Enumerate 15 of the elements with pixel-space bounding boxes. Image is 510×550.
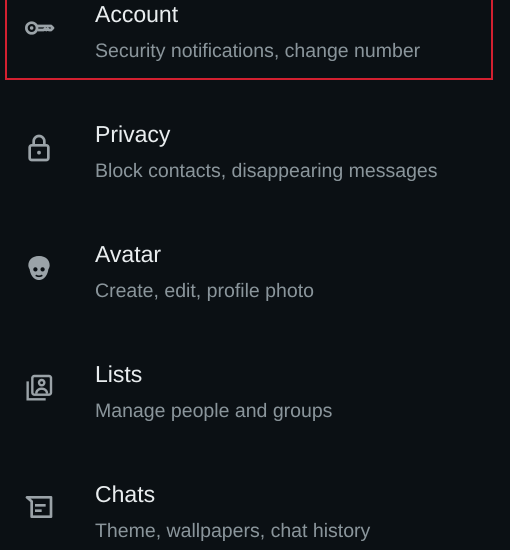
item-title: Chats: [95, 480, 156, 509]
settings-item[interactable]: Privacy Block contacts, disappearing messages: [5, 88, 493, 200]
item-title: Privacy: [95, 120, 172, 149]
item-subtitle: Theme, wallpapers, chat history: [95, 519, 370, 544]
item-subtitle: Security notifications, change number: [95, 39, 420, 64]
settings-item[interactable]: Chats Theme, wallpapers, chat history: [5, 448, 493, 550]
settings-item[interactable]: Account Security notifications, change number: [5, 0, 493, 80]
settings-item[interactable]: Avatar Create, edit, profile photo: [5, 208, 493, 320]
settings-item[interactable]: Lists Manage people and groups: [5, 328, 493, 440]
item-title: Account: [95, 0, 180, 29]
item-subtitle: Manage people and groups: [95, 399, 332, 424]
item-title: Avatar: [95, 240, 162, 269]
item-subtitle: Block contacts, disappearing messages: [95, 159, 438, 184]
item-title: Lists: [95, 360, 144, 389]
item-subtitle: Create, edit, profile photo: [95, 279, 314, 304]
